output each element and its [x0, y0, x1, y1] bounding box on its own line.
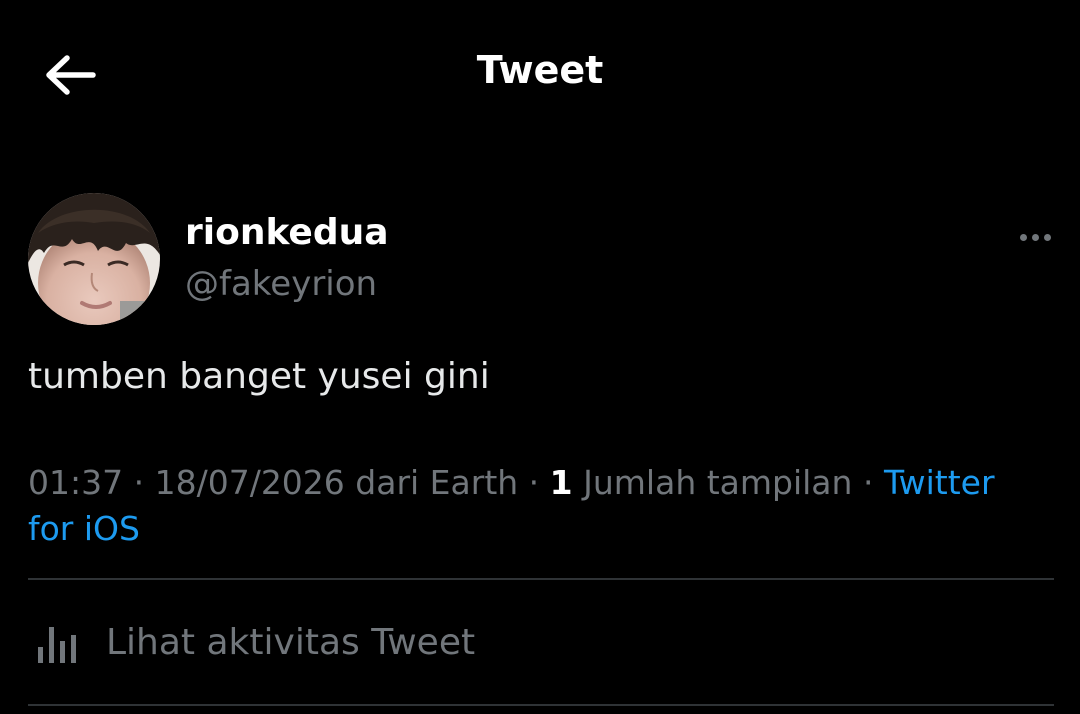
more-horizontal-icon-dot — [1031, 233, 1039, 241]
more-horizontal-icon-dot — [1043, 233, 1051, 241]
meta-separator: · — [518, 463, 550, 502]
tweet-time[interactable]: 01:37 — [28, 463, 123, 502]
page-title: Tweet — [476, 48, 604, 92]
profile-photo — [28, 193, 160, 325]
more-horizontal-icon — [1019, 233, 1027, 241]
avatar[interactable] — [28, 193, 160, 325]
view-count: 1 — [549, 463, 573, 502]
tweet-date-location[interactable]: 18/07/2026 dari Earth — [155, 463, 519, 502]
tweet-metadata: 01:37 · 18/07/2026 dari Earth · 1 Jumlah… — [28, 460, 1038, 552]
author-display-name[interactable]: rionkedua — [185, 212, 389, 253]
view-tweet-activity-button[interactable]: Lihat aktivitas Tweet — [28, 612, 475, 672]
view-tweet-activity-label: Lihat aktivitas Tweet — [106, 621, 476, 663]
meta-separator: · — [123, 463, 155, 502]
divider — [28, 704, 1054, 706]
divider — [28, 578, 1054, 580]
tweet-text: tumben banget yusei gini — [28, 356, 490, 397]
meta-separator: · — [852, 463, 884, 502]
more-options-button[interactable] — [1010, 222, 1060, 252]
author-handle[interactable]: @fakeyrion — [185, 264, 377, 304]
analytics-bar-icon — [38, 627, 76, 663]
view-count-label: Jumlah tampilan — [572, 463, 853, 502]
top-bar: Tweet — [0, 0, 1080, 150]
